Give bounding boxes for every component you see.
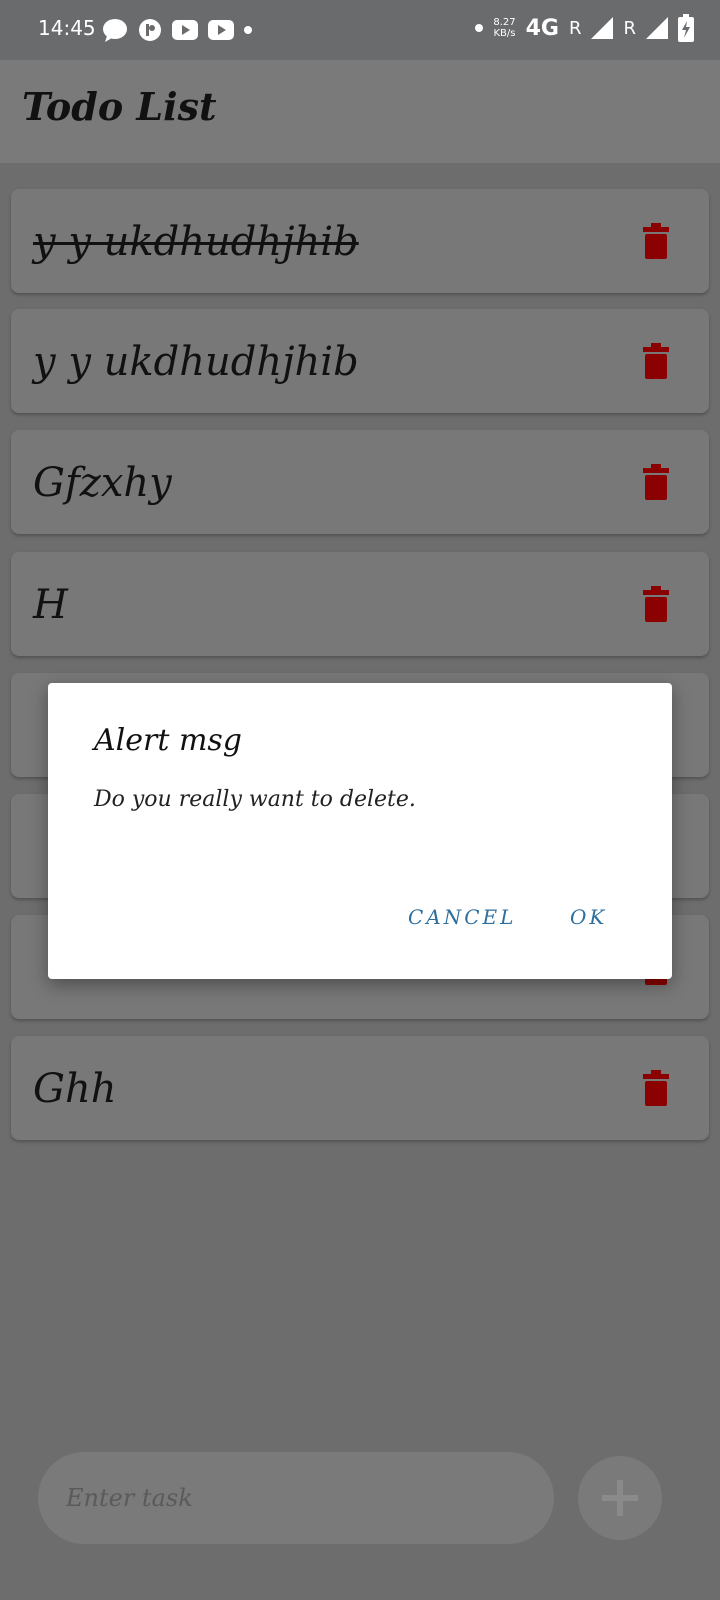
trash-icon[interactable] xyxy=(643,343,669,379)
dialog-message: Do you really want to delete. xyxy=(94,787,416,812)
list-item[interactable]: y y ukdhudhjhib xyxy=(11,309,709,413)
list-item[interactable]: Ghh xyxy=(11,1036,709,1140)
list-item[interactable]: H xyxy=(11,552,709,656)
task-input[interactable] xyxy=(38,1452,554,1544)
dialog-title: Alert msg xyxy=(94,723,242,758)
trash-icon[interactable] xyxy=(643,1070,669,1106)
list-item[interactable]: Gfzxhy xyxy=(11,430,709,534)
trash-icon[interactable] xyxy=(643,464,669,500)
todo-text: H xyxy=(33,582,68,628)
plus-icon xyxy=(602,1480,638,1516)
dot-icon xyxy=(244,26,252,34)
chat-icon xyxy=(103,19,127,42)
page-title: Todo List xyxy=(22,84,217,129)
trash-icon[interactable] xyxy=(643,223,669,259)
dot-icon xyxy=(475,24,484,32)
youtube-icon xyxy=(172,20,198,40)
app-icon xyxy=(139,19,161,41)
signal-icon xyxy=(591,17,614,39)
todo-text: y y ukdhudhjhib xyxy=(33,219,359,265)
youtube-icon xyxy=(208,20,234,40)
status-bar: 14:45 8.27 KB/s 4G R R xyxy=(0,0,720,60)
alert-dialog: Alert msg Do you really want to delete. … xyxy=(48,683,672,979)
network-type: 4G xyxy=(525,15,559,41)
todo-text: Gfzxhy xyxy=(33,460,172,506)
status-right: 8.27 KB/s 4G R R xyxy=(475,14,694,42)
todo-text: y y ukdhudhjhib xyxy=(33,339,359,385)
add-task-button[interactable] xyxy=(578,1456,662,1540)
ok-button[interactable]: OK xyxy=(570,905,607,929)
trash-icon[interactable] xyxy=(643,586,669,622)
cancel-button[interactable]: CANCEL xyxy=(408,905,516,929)
battery-icon xyxy=(678,14,694,42)
notification-icons xyxy=(102,18,252,42)
list-item[interactable]: y y ukdhudhjhib xyxy=(11,189,709,293)
app-bar: Todo List xyxy=(0,60,720,163)
network-speed: 8.27 KB/s xyxy=(493,17,516,39)
roaming-indicator: R xyxy=(623,17,636,39)
roaming-indicator: R xyxy=(568,17,582,39)
todo-text: Ghh xyxy=(33,1066,117,1112)
status-time: 14:45 xyxy=(38,16,96,40)
signal-icon xyxy=(646,17,668,39)
